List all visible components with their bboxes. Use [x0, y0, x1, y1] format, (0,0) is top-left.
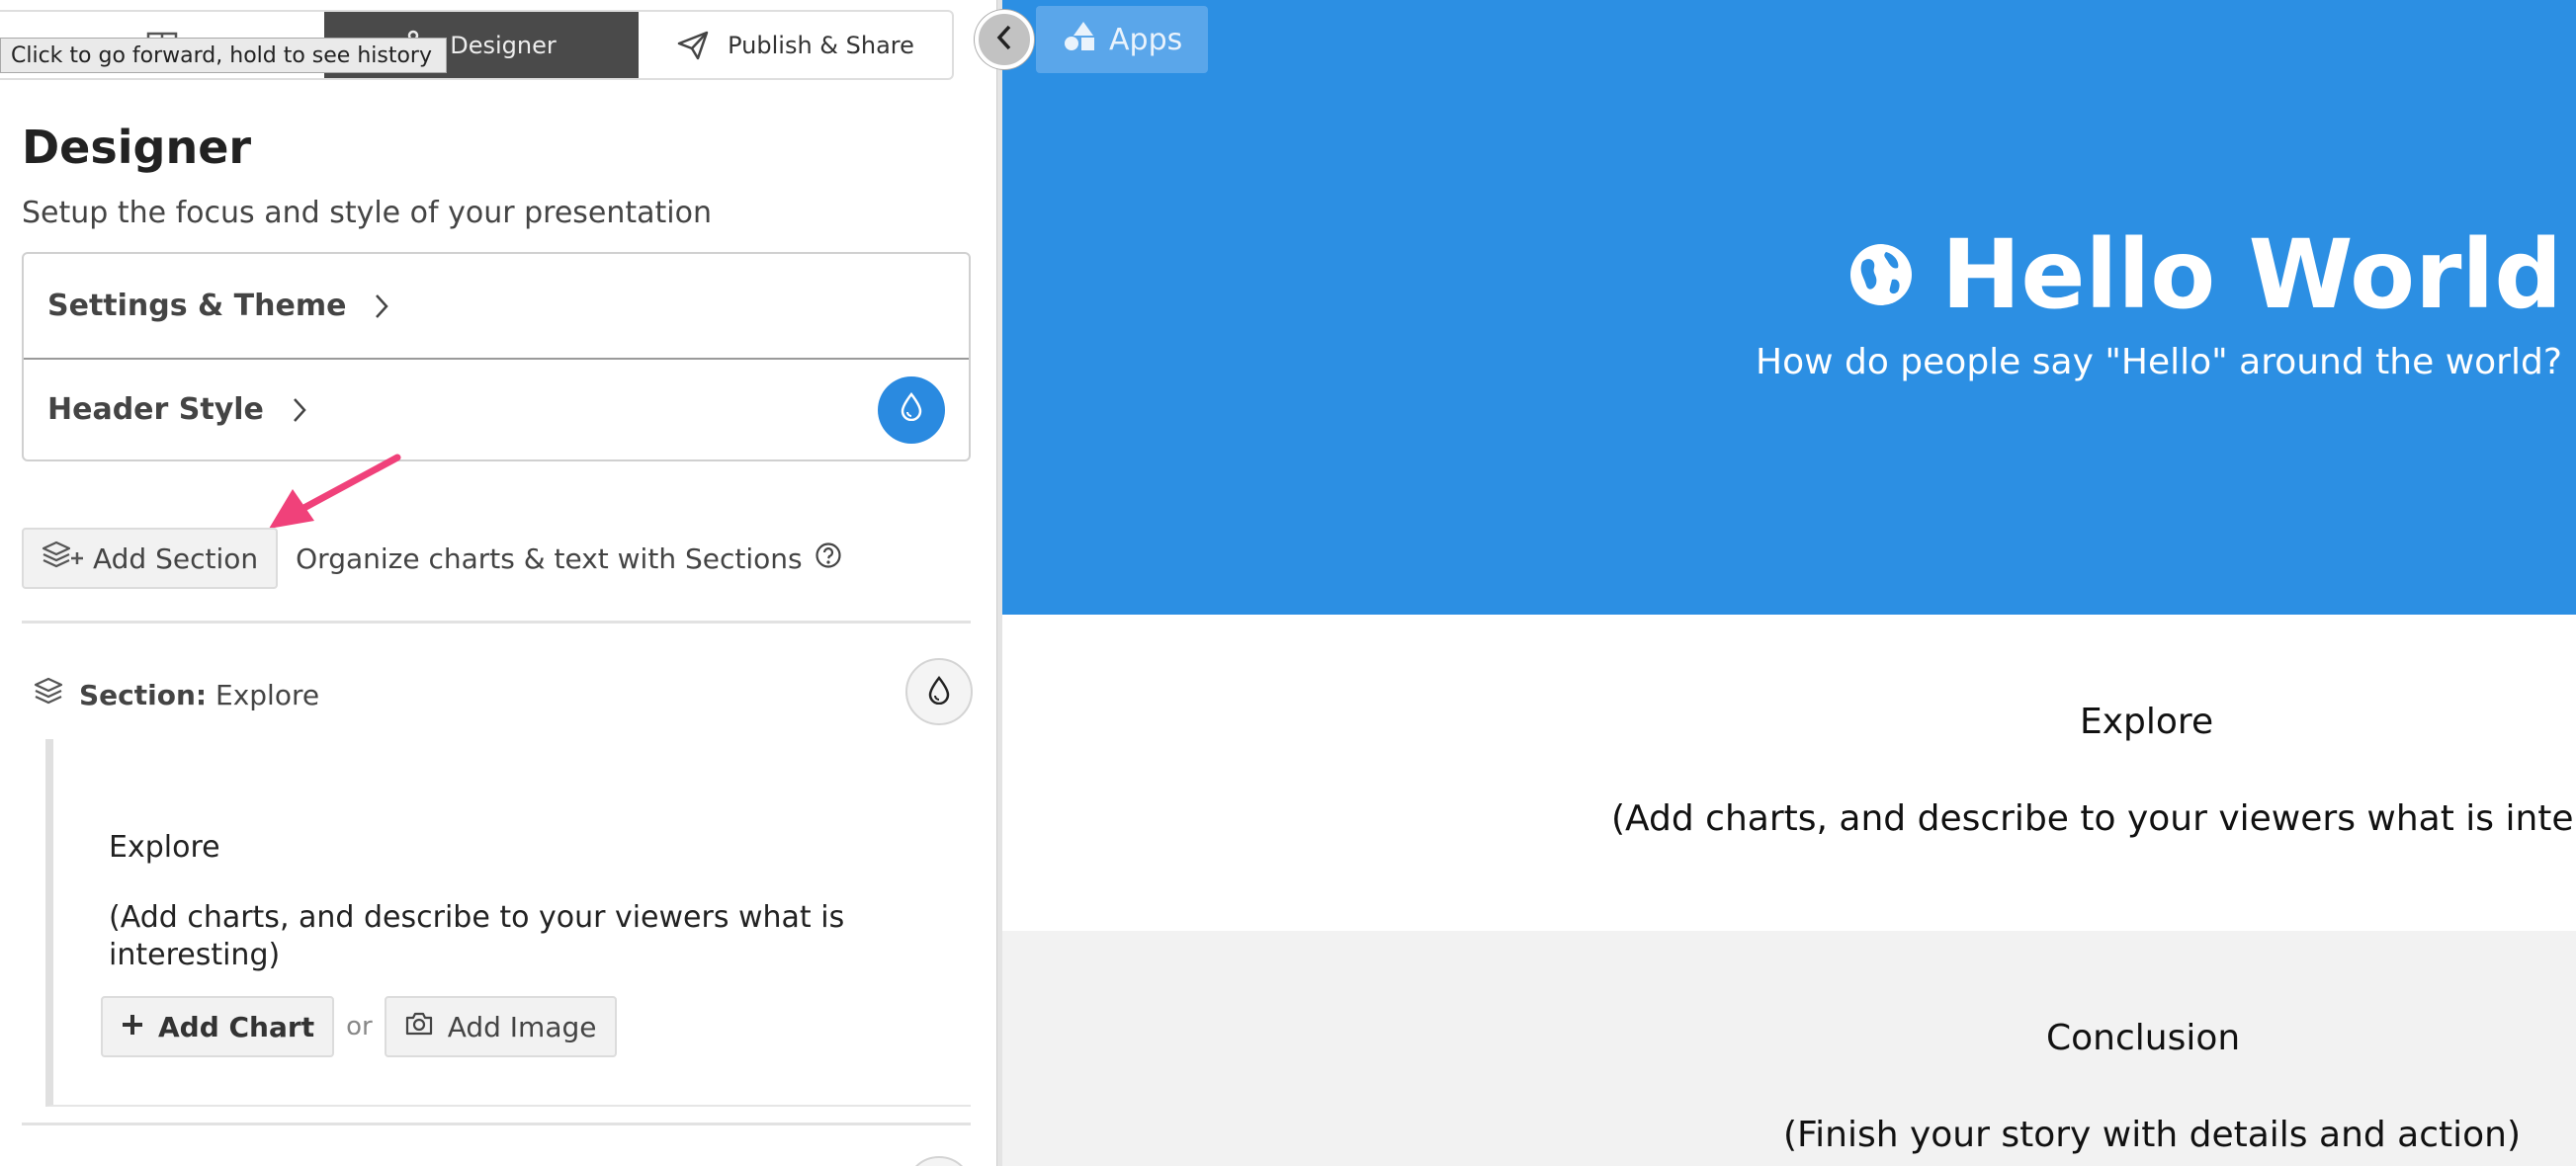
preview-explore-desc: (Add charts, and describe to your viewer… [1611, 798, 2576, 839]
globe-icon [1848, 219, 1914, 330]
section-body-desc[interactable]: (Add charts, and describe to your viewer… [109, 899, 919, 974]
tab-publish-label: Publish & Share [728, 31, 914, 59]
add-section-label: Add Section [93, 541, 259, 575]
plus-icon [121, 1011, 144, 1043]
add-section-hint-text: Organize charts & text with Sections [296, 541, 803, 575]
divider [22, 1123, 971, 1125]
preview-conclusion-desc: (Finish your story with details and acti… [1783, 1115, 2522, 1155]
tab-publish-share[interactable]: Publish & Share [639, 12, 952, 78]
hero-title-text: Hello World [1941, 219, 2563, 330]
app-root: Designer Publish & Share Click to go for… [0, 0, 2576, 1166]
tab-designer-label: Designer [450, 31, 557, 59]
shapes-icon [1064, 20, 1097, 59]
forward-tooltip: Click to go forward, hold to see history [0, 38, 447, 73]
preview-section-explore: Explore (Add charts, and describe to you… [1002, 615, 2576, 931]
preview-section-conclusion: Conclusion (Finish your story with detai… [1002, 931, 2576, 1166]
next-section-color-button[interactable] [905, 1156, 973, 1166]
page-title: Designer [22, 121, 252, 174]
hero-title: Hello World [1848, 219, 2562, 330]
apps-label: Apps [1109, 22, 1183, 57]
header-color-button[interactable] [878, 375, 945, 444]
annotation-arrow [257, 450, 405, 538]
collapse-panel-button[interactable] [975, 10, 1034, 69]
add-image-button[interactable]: Add Image [384, 996, 617, 1057]
droplet-icon [900, 391, 923, 429]
apps-button[interactable]: Apps [1036, 6, 1209, 73]
add-chart-button[interactable]: Add Chart [101, 996, 335, 1057]
preview-explore-title: Explore [2080, 702, 2214, 742]
paper-plane-icon [676, 30, 710, 61]
section-color-button[interactable] [905, 658, 973, 725]
settings-theme-label: Settings & Theme [47, 289, 347, 323]
section-prefix: Section: [79, 678, 208, 711]
page-subtitle: Setup the focus and style of your presen… [22, 196, 712, 230]
add-section-hint: Organize charts & text with Sections [296, 541, 841, 576]
add-section-row: Add Section Organize charts & text with … [22, 528, 842, 589]
section-body: Explore (Add charts, and describe to you… [45, 739, 971, 1107]
designer-panel: Designer Publish & Share Click to go for… [0, 0, 996, 1166]
section-name: Explore [215, 678, 320, 711]
add-section-button[interactable]: Add Section [22, 528, 279, 589]
layers-icon [34, 677, 63, 713]
settings-box: Settings & Theme Header Style [22, 252, 971, 461]
chevron-right-icon [374, 292, 389, 320]
add-chart-label: Add Chart [158, 1010, 315, 1043]
hero-header: Apps Hello World How do people say "Hell… [1002, 0, 2576, 615]
add-content-row: Add Chart or Add Image [101, 996, 617, 1057]
section-header: Section: Explore [34, 664, 971, 725]
header-style-row[interactable]: Header Style [24, 358, 969, 459]
divider [22, 621, 971, 624]
add-image-label: Add Image [447, 1010, 597, 1043]
settings-theme-row[interactable]: Settings & Theme [24, 254, 969, 358]
chevron-left-icon [995, 24, 1013, 55]
droplet-icon [927, 675, 951, 708]
help-icon[interactable] [815, 541, 842, 576]
chevron-right-icon [292, 396, 307, 424]
header-style-label: Header Style [47, 392, 264, 427]
layers-plus-icon [42, 540, 85, 578]
or-separator: or [346, 1012, 373, 1041]
preview-conclusion-title: Conclusion [2046, 1018, 2241, 1058]
section-body-title[interactable]: Explore [109, 830, 220, 865]
camera-icon [404, 1011, 434, 1043]
presentation-preview: Apps Hello World How do people say "Hell… [1002, 0, 2576, 1166]
hero-subtitle: How do people say "Hello" around the wor… [1756, 342, 2562, 382]
